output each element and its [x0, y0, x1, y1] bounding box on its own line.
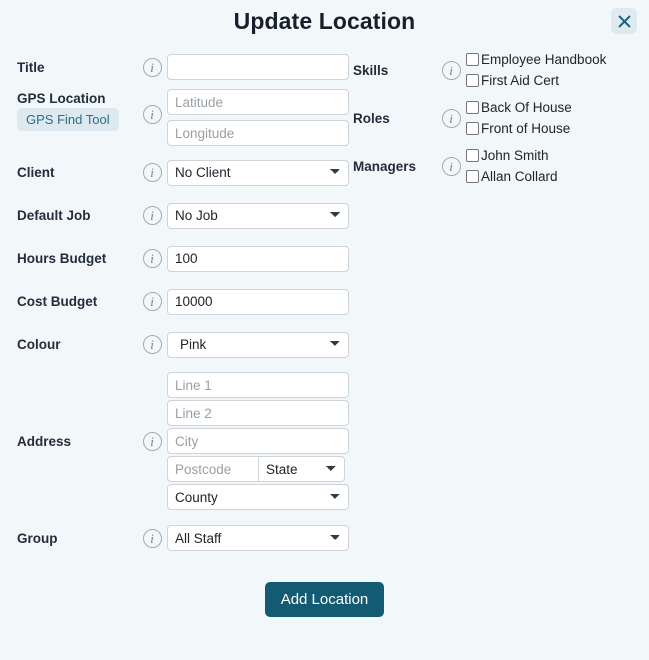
label-address: Address — [17, 433, 72, 449]
list-item[interactable]: First Aid Cert — [466, 70, 606, 91]
managers-checkbox-1[interactable] — [466, 170, 479, 183]
field-row-default-job: Default Job i No Job — [12, 194, 349, 237]
info-icon[interactable]: i — [142, 249, 162, 268]
longitude-input[interactable] — [167, 120, 349, 146]
info-title[interactable]: i — [137, 57, 167, 77]
title-input[interactable] — [167, 54, 349, 80]
field-row-skills: Skills i Employee Handbook First Aid Cer… — [351, 46, 637, 94]
field-row-address: Address i State County — [12, 366, 349, 516]
roles-label-1[interactable]: Front of House — [481, 122, 570, 136]
label-gps-location: GPS Location — [17, 91, 106, 106]
info-icon[interactable]: i — [142, 528, 162, 548]
skills-checkbox-1[interactable] — [466, 74, 479, 87]
info-icon[interactable]: i — [142, 335, 162, 354]
info-icon[interactable]: i — [142, 105, 162, 124]
address-postcode-input[interactable] — [167, 456, 259, 482]
address-city-input[interactable] — [167, 428, 349, 454]
info-managers[interactable]: i — [436, 156, 466, 176]
info-client[interactable]: i — [137, 163, 167, 182]
roles-checkbox-group: Back Of House Front of House — [466, 97, 572, 139]
skills-checkbox-0[interactable] — [466, 53, 479, 66]
client-select[interactable]: No Client — [167, 159, 349, 186]
managers-checkbox-group: John Smith Allan Collard — [466, 145, 558, 187]
field-row-roles: Roles i Back Of House Front of House — [351, 94, 637, 142]
label-colour: Colour — [17, 337, 61, 352]
label-group: Group — [17, 530, 58, 546]
info-skills[interactable]: i — [436, 60, 466, 80]
label-managers: Managers — [353, 158, 417, 174]
info-colour[interactable]: i — [137, 335, 167, 354]
info-icon[interactable]: i — [142, 206, 162, 225]
hours-budget-input[interactable] — [167, 245, 349, 272]
info-icon[interactable]: i — [142, 57, 162, 77]
field-row-hours-budget: Hours Budget i — [12, 237, 349, 280]
roles-checkbox-1[interactable] — [466, 122, 479, 135]
add-location-button[interactable]: Add Location — [264, 582, 385, 617]
field-row-title: Title i — [12, 46, 349, 88]
info-icon[interactable]: i — [441, 60, 461, 80]
skills-label-0[interactable]: Employee Handbook — [481, 53, 606, 67]
field-row-gps-location: GPS Location GPS Find Tool i — [12, 88, 349, 151]
address-line1-input[interactable] — [167, 372, 349, 398]
list-item[interactable]: Back Of House — [466, 97, 572, 118]
list-item[interactable]: Allan Collard — [466, 166, 558, 187]
close-icon — [618, 15, 631, 28]
info-icon[interactable]: i — [441, 156, 461, 176]
field-row-cost-budget: Cost Budget i — [12, 280, 349, 323]
label-cost-budget: Cost Budget — [17, 294, 98, 309]
location-form: Title i GPS Location GPS Find Tool i Lat… — [0, 46, 649, 617]
default-job-select[interactable]: No Job — [167, 202, 349, 229]
info-group[interactable]: i — [137, 528, 167, 548]
address-line2-input[interactable] — [167, 400, 349, 426]
label-skills: Skills — [353, 62, 389, 78]
info-roles[interactable]: i — [436, 108, 466, 128]
skills-checkbox-group: Employee Handbook First Aid Cert — [466, 49, 606, 91]
list-item[interactable]: Employee Handbook — [466, 49, 606, 70]
modal-footer: Add Location — [12, 582, 637, 617]
address-postcode-state-row: State — [167, 456, 349, 482]
info-address[interactable]: i — [137, 431, 167, 451]
label-client: Client — [17, 165, 55, 180]
form-left-column: Title i GPS Location GPS Find Tool i Lat… — [12, 46, 349, 560]
info-gps-location[interactable]: i — [137, 88, 167, 124]
info-icon[interactable]: i — [441, 108, 461, 128]
form-right-column: Skills i Employee Handbook First Aid Cer… — [349, 46, 637, 190]
info-default-job[interactable]: i — [137, 206, 167, 225]
info-icon[interactable]: i — [142, 163, 162, 182]
address-state-select[interactable]: State — [258, 456, 345, 482]
roles-checkbox-0[interactable] — [466, 101, 479, 114]
colour-select[interactable]: Pink — [167, 331, 349, 358]
info-icon[interactable]: i — [142, 292, 162, 311]
field-row-group: Group i All Staff — [12, 516, 349, 560]
managers-label-1[interactable]: Allan Collard — [481, 170, 558, 184]
address-county-select[interactable]: County — [167, 484, 349, 510]
page-title: Update Location — [233, 8, 416, 34]
field-row-colour: Colour i Pink — [12, 323, 349, 366]
info-hours-budget[interactable]: i — [137, 249, 167, 268]
label-roles: Roles — [353, 110, 390, 126]
group-select[interactable]: All Staff — [167, 525, 349, 551]
list-item[interactable]: John Smith — [466, 145, 558, 166]
info-icon[interactable]: i — [142, 431, 162, 451]
field-row-client: Client i No Client — [12, 151, 349, 194]
managers-checkbox-0[interactable] — [466, 149, 479, 162]
roles-label-0[interactable]: Back Of House — [481, 101, 572, 115]
info-cost-budget[interactable]: i — [137, 292, 167, 311]
skills-label-1[interactable]: First Aid Cert — [481, 74, 559, 88]
label-default-job: Default Job — [17, 208, 91, 223]
close-button[interactable] — [611, 8, 637, 34]
latitude-input[interactable] — [167, 89, 349, 115]
gps-find-tool-button[interactable]: GPS Find Tool — [17, 108, 119, 131]
label-title: Title — [17, 59, 45, 75]
label-hours-budget: Hours Budget — [17, 251, 107, 266]
managers-label-0[interactable]: John Smith — [481, 149, 549, 163]
modal-header: Update Location — [0, 0, 649, 46]
list-item[interactable]: Front of House — [466, 118, 572, 139]
cost-budget-input[interactable] — [167, 288, 349, 315]
field-row-managers: Managers i John Smith Allan Collard — [351, 142, 637, 190]
